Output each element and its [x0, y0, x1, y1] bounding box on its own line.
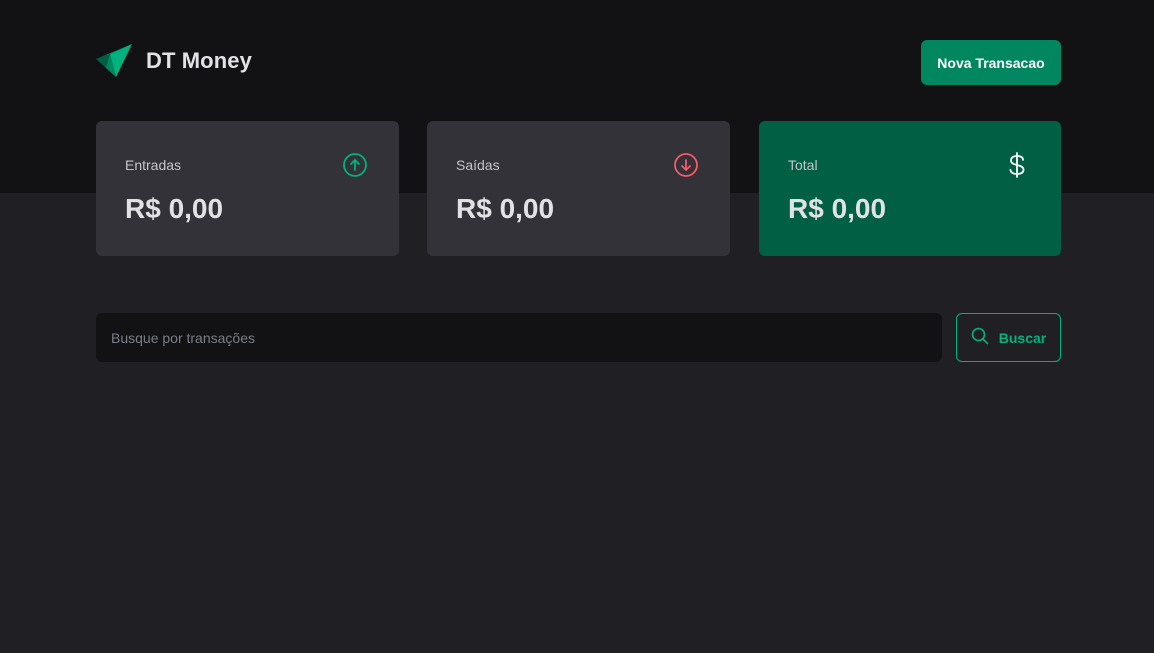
- search-input[interactable]: [96, 313, 942, 362]
- arrow-circle-up-icon: [342, 152, 368, 178]
- outcome-label: Saídas: [456, 157, 500, 173]
- income-label: Entradas: [125, 157, 182, 173]
- outcome-summary-card: Saídas R$ 0,00: [427, 121, 730, 256]
- income-summary-card: Entradas R$ 0,00: [96, 121, 399, 256]
- app-logo[interactable]: DT Money: [96, 44, 252, 78]
- new-transaction-button[interactable]: Nova Transacao: [921, 40, 1061, 85]
- arrow-circle-down-icon: [673, 152, 699, 178]
- magnifying-glass-icon: [971, 327, 989, 348]
- currency-dollar-icon: [1004, 151, 1030, 178]
- outcome-value: R$ 0,00: [456, 193, 555, 224]
- search-button[interactable]: Buscar: [956, 313, 1061, 362]
- total-value: R$ 0,00: [788, 193, 887, 224]
- income-value: R$ 0,00: [125, 193, 224, 224]
- app-title: DT Money: [146, 48, 252, 73]
- total-label: Total: [788, 157, 818, 173]
- total-summary-card: Total R$ 0,00: [759, 121, 1061, 256]
- search-button-label: Buscar: [998, 329, 1047, 346]
- paper-plane-logo-icon: [96, 44, 132, 78]
